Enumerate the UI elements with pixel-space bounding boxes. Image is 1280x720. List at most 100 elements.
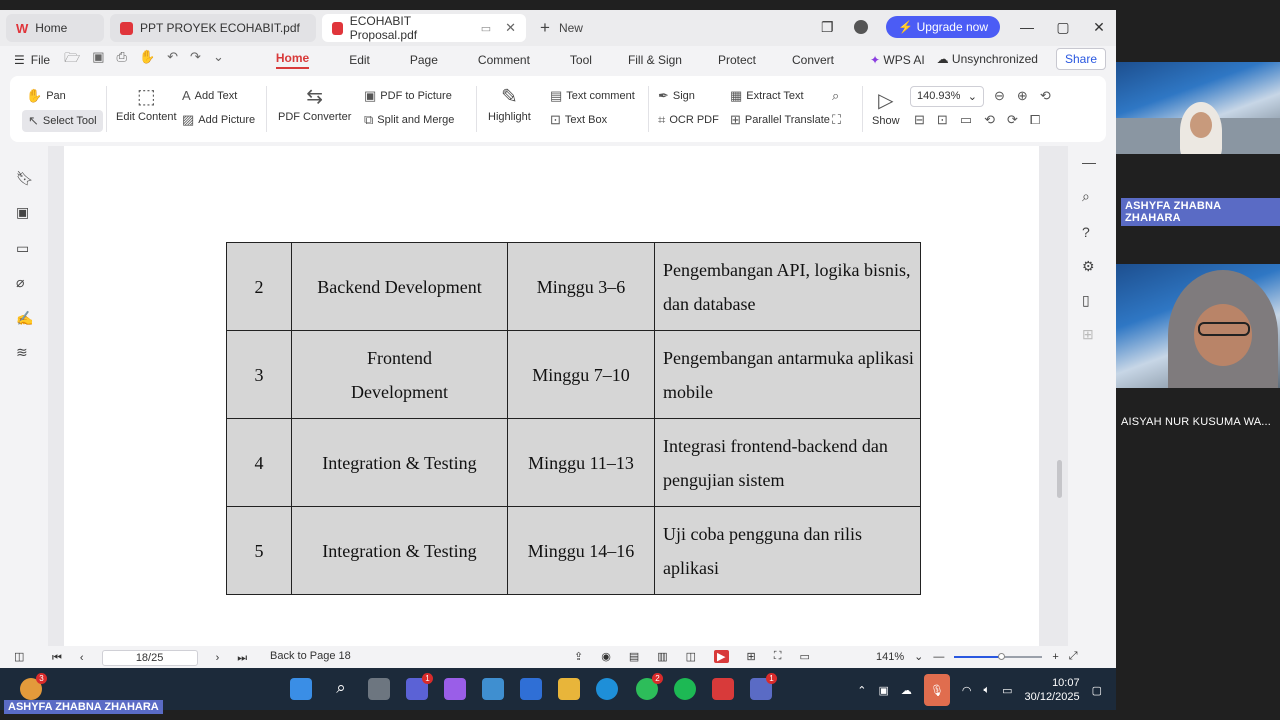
rotate-right-icon[interactable]: ⟳	[1007, 112, 1018, 128]
zoom-select[interactable]: 140.93% ⌄	[910, 86, 984, 107]
parallel-translate-button[interactable]: ⊞ Parallel Translate	[730, 112, 830, 128]
chevron-down-icon[interactable]: ⌄	[914, 650, 923, 663]
actual-size-icon[interactable]: ▭	[960, 112, 972, 128]
tab-preview-icon[interactable]: ▭	[481, 22, 491, 35]
single-page-icon[interactable]: ▤	[629, 650, 639, 663]
minimize-icon[interactable]: —	[1018, 19, 1036, 35]
spotify-icon[interactable]	[674, 678, 696, 700]
zoom-slider[interactable]	[954, 652, 1043, 660]
fit-icon[interactable]: ⊞	[747, 650, 756, 663]
pan-tool[interactable]: ✋ Pan	[26, 88, 66, 104]
maximize-icon[interactable]: ▢	[1054, 19, 1072, 36]
highlight-button[interactable]: ✎ Highlight	[488, 84, 531, 123]
zoom-percent[interactable]: 141%	[876, 651, 904, 663]
save-icon[interactable]: ▣	[92, 49, 104, 71]
zoom-out-icon[interactable]: ⊖	[994, 88, 1005, 104]
search-icon[interactable]: ⌕	[1082, 188, 1090, 205]
share-button[interactable]: Share	[1055, 48, 1106, 70]
ocr-pdf-button[interactable]: ⌗ OCR PDF	[658, 112, 719, 128]
scrollbar-thumb[interactable]	[1057, 460, 1062, 498]
notifications-icon[interactable]: ▢	[1092, 684, 1102, 697]
participant-video-2[interactable]	[1116, 264, 1280, 388]
vertical-scrollbar[interactable]	[1052, 150, 1066, 646]
task-view-icon[interactable]	[368, 678, 390, 700]
fit-width-icon[interactable]: ⊟	[914, 112, 925, 128]
menu-tool[interactable]: Tool	[570, 53, 592, 67]
attachment-icon[interactable]: ⌀	[16, 274, 24, 291]
wps-office-icon[interactable]	[712, 678, 734, 700]
redo-icon[interactable]: ↷	[190, 49, 201, 71]
menu-page[interactable]: Page	[410, 53, 438, 67]
sidebar-toggle-icon[interactable]: ◫	[14, 650, 24, 663]
export-icon[interactable]: ⇪	[574, 650, 583, 663]
settings-sliders-icon[interactable]: ⚙	[1082, 258, 1095, 275]
meeting-app-icon[interactable]: 1	[750, 673, 777, 700]
book-icon[interactable]: ▯	[1082, 292, 1090, 309]
fullscreen-icon[interactable]: ⛶	[774, 650, 782, 663]
tab-ecohabit-proposal[interactable]: ECOHABIT Proposal.pdf ▭ ✕	[322, 14, 526, 42]
chevron-up-icon[interactable]: ⌃	[857, 684, 866, 697]
volume-icon[interactable]: 🔈︎	[984, 684, 991, 697]
close-icon[interactable]: ✕	[505, 20, 516, 36]
grid-icon[interactable]: ⊞	[1082, 326, 1094, 343]
new-tab-button[interactable]: + New	[540, 18, 583, 38]
menu-edit[interactable]: Edit	[349, 53, 370, 67]
rotate-left-icon[interactable]: ⟲	[984, 112, 995, 128]
text-comment-button[interactable]: ▤ Text comment	[550, 88, 635, 104]
page-indicator[interactable]: 18/25	[101, 650, 198, 666]
comment-icon[interactable]: ▭	[16, 240, 29, 257]
pdf-converter-button[interactable]: ⇆ PDF Converter	[278, 84, 351, 123]
menu-comment[interactable]: Comment	[478, 53, 530, 67]
add-picture-button[interactable]: ▨ Add Picture	[182, 112, 255, 128]
microphone-icon[interactable]: 🎙︎	[923, 674, 950, 706]
screenshot-button[interactable]: ⛶	[832, 112, 841, 128]
tab-home[interactable]: W Home	[6, 14, 104, 42]
pdf-to-picture-button[interactable]: ▣ PDF to Picture	[364, 88, 452, 104]
bookmark-icon[interactable]: 🔖︎	[16, 170, 34, 187]
select-tool[interactable]: ↖ Select Tool	[22, 110, 103, 132]
undo-icon[interactable]: ↶	[167, 49, 178, 71]
rotate-icon[interactable]: ⟲	[1040, 88, 1051, 104]
whatsapp-icon[interactable]: 2	[636, 673, 663, 700]
play-icon[interactable]: ▶	[714, 650, 729, 663]
thumbnail-icon[interactable]: ▣	[16, 204, 29, 221]
wifi-icon[interactable]: ◠	[962, 684, 972, 697]
participant-video-1[interactable]	[1116, 62, 1280, 154]
app-tray-icon[interactable]: ▣	[879, 684, 889, 697]
search-icon[interactable]: ⌕	[330, 678, 352, 700]
continuous-icon[interactable]: ▥	[657, 650, 667, 663]
store-icon[interactable]	[482, 678, 504, 700]
fullscreen-icon[interactable]: ⤢	[1069, 650, 1078, 663]
signature-icon[interactable]: ✍	[16, 310, 33, 327]
app-icon[interactable]	[520, 678, 542, 700]
reading-icon[interactable]: ▭	[799, 650, 809, 663]
first-page-icon[interactable]: ⏮	[52, 652, 62, 665]
split-merge-button[interactable]: ⧉ Split and Merge	[364, 112, 454, 128]
sign-button[interactable]: ✒ Sign	[658, 88, 695, 104]
layers-icon[interactable]: ≋	[16, 344, 28, 361]
sync-status[interactable]: ☁ Unsynchronized	[937, 52, 1038, 66]
help-icon[interactable]: ?	[1082, 224, 1090, 240]
hand-icon[interactable]: ✋	[139, 49, 155, 71]
zoom-out-icon[interactable]: —	[933, 651, 944, 663]
eye-icon[interactable]: ◉	[601, 650, 611, 663]
book-view-icon[interactable]: ⧠	[1030, 112, 1040, 128]
zoom-in-icon[interactable]: ⊕	[1017, 88, 1028, 104]
chevron-down-icon[interactable]: ⌄	[213, 49, 224, 71]
fit-page-icon[interactable]: ⊡	[937, 112, 948, 128]
add-text-button[interactable]: A Add Text	[182, 88, 237, 103]
print-icon[interactable]: ⎙	[117, 49, 127, 71]
back-to-page-link[interactable]: Back to Page 18	[270, 650, 351, 662]
search-button[interactable]: ⌕	[832, 88, 839, 104]
show-button[interactable]: ▷ Show	[872, 88, 900, 127]
prev-page-icon[interactable]: ‹	[80, 652, 84, 664]
last-page-icon[interactable]: ⏭	[237, 652, 247, 665]
file-explorer-icon[interactable]	[558, 678, 580, 700]
cloud-icon[interactable]: ☁	[901, 684, 912, 697]
file-menu[interactable]: ☰ File	[14, 53, 50, 67]
restore-window-icon[interactable]: ❐	[818, 19, 836, 36]
menu-fill-sign[interactable]: Fill & Sign	[628, 53, 682, 67]
collapse-icon[interactable]: —	[1082, 154, 1096, 170]
close-window-icon[interactable]: ✕	[1090, 19, 1108, 36]
menu-convert[interactable]: Convert	[792, 53, 834, 67]
